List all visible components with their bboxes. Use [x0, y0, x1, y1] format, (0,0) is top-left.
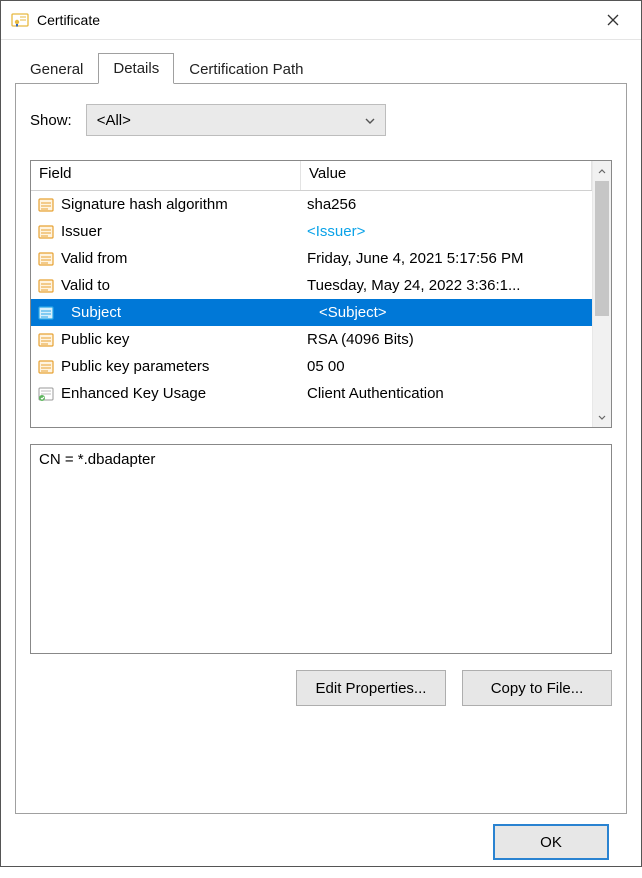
row-field: Public key parameters [59, 358, 301, 375]
list-row[interactable]: Valid to Tuesday, May 24, 2022 3:36:1... [31, 272, 592, 299]
tab-certification-path[interactable]: Certification Path [174, 54, 318, 84]
fields-listview: Field Value Signature hash algorithm sha… [30, 160, 612, 428]
scroll-down-icon[interactable] [593, 407, 611, 427]
scroll-thumb[interactable] [595, 181, 609, 316]
row-field: Public key [59, 331, 301, 348]
list-row[interactable]: Public key parameters 05 00 [31, 353, 592, 380]
detail-pane[interactable]: CN = *.dbadapter [30, 444, 612, 654]
ok-button[interactable]: OK [493, 824, 609, 860]
tab-details[interactable]: Details [98, 53, 174, 84]
scrollbar[interactable] [592, 161, 611, 427]
tabstrip: General Details Certification Path [15, 50, 627, 84]
row-value: RSA (4096 Bits) [301, 331, 592, 348]
chevron-down-icon [365, 113, 375, 127]
show-dropdown-value: <All> [97, 112, 131, 129]
tab-general[interactable]: General [15, 54, 98, 84]
row-field: Signature hash algorithm [59, 196, 301, 213]
scroll-up-icon[interactable] [593, 161, 611, 181]
certificate-icon [11, 11, 29, 29]
row-value: Tuesday, May 24, 2022 3:36:1... [301, 277, 592, 294]
close-button[interactable] [591, 6, 635, 34]
list-row[interactable]: Enhanced Key Usage Client Authentication [31, 380, 592, 407]
field-icon [31, 251, 59, 267]
row-field: Issuer [59, 223, 301, 240]
column-value[interactable]: Value [301, 161, 592, 190]
titlebar: Certificate [1, 1, 641, 39]
row-value: 05 00 [301, 358, 592, 375]
edit-properties-button[interactable]: Edit Properties... [296, 670, 446, 706]
row-field: Valid from [59, 250, 301, 267]
row-value: <Subject> [301, 304, 592, 321]
field-icon [31, 305, 59, 321]
window-title: Certificate [37, 12, 591, 28]
row-value: <Issuer> [301, 223, 592, 240]
field-icon [31, 197, 59, 213]
list-row[interactable]: Signature hash algorithm sha256 [31, 191, 592, 218]
listview-header: Field Value [31, 161, 592, 191]
row-value: Friday, June 4, 2021 5:17:56 PM [301, 250, 592, 267]
row-field: Valid to [59, 277, 301, 294]
field-icon [31, 278, 59, 294]
column-field[interactable]: Field [31, 161, 301, 190]
field-icon [31, 332, 59, 348]
copy-to-file-button[interactable]: Copy to File... [462, 670, 612, 706]
row-field: Subject [59, 304, 301, 321]
field-icon [31, 224, 59, 240]
list-row[interactable]: Issuer <Issuer> [31, 218, 592, 245]
show-dropdown[interactable]: <All> [86, 104, 386, 136]
tab-body: Show: <All> Field Value Signature hash a… [15, 84, 627, 814]
row-field: Enhanced Key Usage [59, 385, 301, 402]
list-row[interactable]: Public key RSA (4096 Bits) [31, 326, 592, 353]
list-row[interactable]: Subject <Subject> [31, 299, 592, 326]
field-icon [31, 359, 59, 375]
list-row[interactable]: Valid from Friday, June 4, 2021 5:17:56 … [31, 245, 592, 272]
row-value: sha256 [301, 196, 592, 213]
field-icon [31, 386, 59, 402]
row-value: Client Authentication [301, 385, 592, 402]
show-label: Show: [30, 112, 72, 129]
